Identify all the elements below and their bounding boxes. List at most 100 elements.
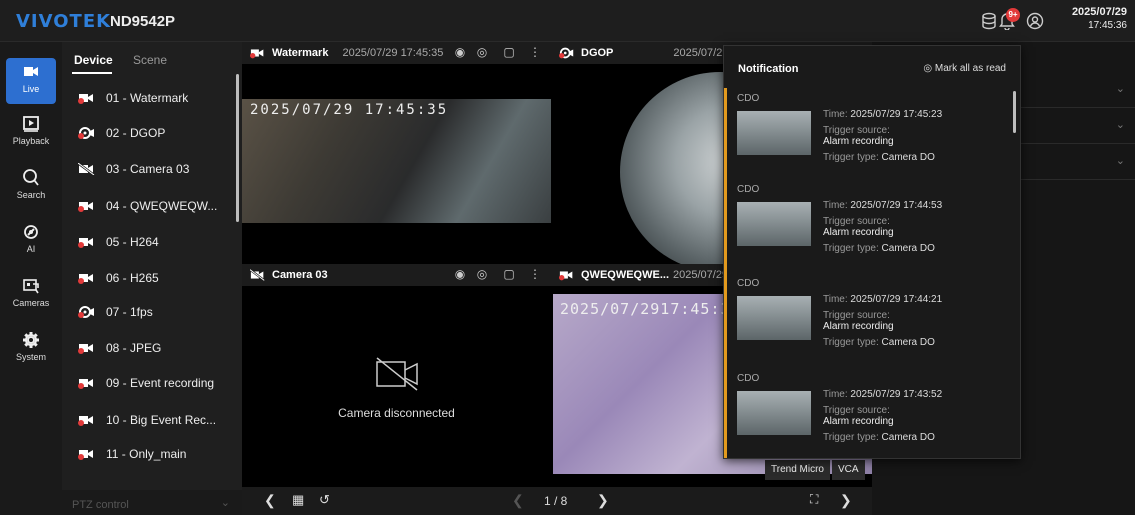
- notification-source: CDO: [737, 93, 760, 104]
- device-item-04[interactable]: 04 - QWEQWEQW...: [78, 195, 238, 217]
- camera-recording-icon: [559, 271, 573, 281]
- chevron-down-icon: ⌄: [1115, 83, 1125, 95]
- nav-search[interactable]: Search: [6, 164, 56, 210]
- device-list-scrollbar[interactable]: [236, 74, 239, 222]
- notification-thumbnail: [737, 391, 811, 435]
- camera-disconnected-icon: [78, 163, 95, 175]
- snapshot-icon[interactable]: ◉: [453, 45, 467, 59]
- notification-thumbnail: [737, 202, 811, 246]
- notification-panel: Notification ◎ Mark all as read CDO Time…: [723, 45, 1021, 459]
- nav-live-label: Live: [22, 84, 40, 94]
- device-label: 05 - H264: [106, 235, 159, 249]
- page-prev-icon[interactable]: ❮: [512, 492, 524, 509]
- camera-recording-icon: [78, 94, 93, 104]
- device-item-06[interactable]: 06 - H265: [78, 267, 238, 289]
- notification-time: 2025/07/29 17:44:21: [850, 294, 943, 305]
- device-item-08[interactable]: 08 - JPEG: [78, 337, 238, 359]
- eye-icon[interactable]: ◎: [475, 267, 489, 281]
- more-icon[interactable]: ⋮: [528, 267, 542, 281]
- notification-item[interactable]: CDO Time: 2025/07/29 17:44:21 Trigger so…: [737, 278, 1017, 368]
- mark-all-read-button[interactable]: ◎ Mark all as read: [923, 63, 1006, 74]
- nav-cameras[interactable]: Cameras: [6, 272, 56, 318]
- fisheye-camera-icon: [78, 306, 94, 318]
- device-item-11[interactable]: 11 - Only_main: [78, 443, 238, 465]
- nav-playback[interactable]: Playback: [6, 110, 56, 156]
- device-item-07[interactable]: 07 - 1fps: [78, 301, 238, 323]
- camera-recording-icon: [78, 416, 93, 426]
- tile-header-watermark: Watermark 2025/07/29 17:45:35 ◉ ◎ ▢ ⋮: [242, 42, 551, 64]
- device-item-10[interactable]: 10 - Big Event Rec...: [78, 409, 238, 431]
- tab-device[interactable]: Device: [74, 53, 113, 67]
- mark-all-read-label: Mark all as read: [934, 63, 1006, 74]
- tile-name: Watermark: [272, 47, 329, 59]
- nav-ai[interactable]: AI: [6, 218, 56, 264]
- live-camera-icon: [24, 67, 38, 76]
- device-model: ND9542P: [110, 13, 176, 30]
- nav-playback-label: Playback: [12, 136, 50, 146]
- more-icon[interactable]: ⋮: [528, 45, 542, 59]
- device-label: 08 - JPEG: [106, 341, 162, 355]
- top-bar: VIVOTEK ND9542P 9+ 2025/07/29 17:45:36: [0, 0, 1135, 42]
- notification-item[interactable]: CDO Time: 2025/07/29 17:45:23 Trigger so…: [737, 93, 1017, 183]
- fullscreen-icon[interactable]: ▢: [502, 267, 516, 281]
- gear-icon: [23, 332, 39, 348]
- device-label: 10 - Big Event Rec...: [106, 413, 217, 427]
- notification-scrollbar[interactable]: [1013, 91, 1016, 133]
- camera-recording-icon: [78, 344, 93, 354]
- trigger-type-value: Camera DO: [881, 243, 935, 254]
- nav-live[interactable]: Live: [6, 58, 56, 104]
- camera-recording-icon: [78, 450, 93, 460]
- ptz-control[interactable]: PTZ control ⌄: [62, 490, 242, 515]
- camera-recording-icon: [78, 238, 93, 248]
- osd-timestamp: 2025/07/2917:45:34: [560, 300, 741, 318]
- device-label: 02 - DGOP: [106, 126, 166, 140]
- trigger-source-value: Alarm recording: [823, 416, 894, 427]
- device-label: 04 - QWEQWEQW...: [106, 199, 218, 213]
- page-indicator: 1 / 8: [544, 494, 568, 508]
- date-text: 2025/07/29: [1071, 6, 1127, 18]
- time-line: Time: 2025/07/29 17:45:23: [823, 109, 943, 120]
- nav-system-label: System: [15, 352, 46, 362]
- camera-off-icon: [376, 357, 418, 391]
- snapshot-icon[interactable]: ◉: [453, 267, 467, 281]
- brand-logo: VIVOTEK: [16, 11, 112, 32]
- device-item-01[interactable]: 01 - Watermark: [78, 87, 238, 109]
- device-item-02[interactable]: 02 - DGOP: [78, 122, 238, 144]
- tab-scene[interactable]: Scene: [133, 53, 167, 67]
- eye-icon: ◎: [923, 63, 933, 74]
- tile-name: QWEQWEQWE...: [581, 269, 669, 281]
- notification-item[interactable]: CDO Time: 2025/07/29 17:43:52 Trigger so…: [737, 373, 1017, 463]
- chevron-left-icon[interactable]: ❮: [264, 492, 276, 509]
- device-item-09[interactable]: 09 - Event recording: [78, 372, 238, 394]
- device-label: 09 - Event recording: [106, 376, 215, 390]
- trigger-source-value: Alarm recording: [823, 136, 894, 147]
- expand-icon[interactable]: ⛶: [810, 492, 818, 507]
- osd-timestamp: 2025/07/29 17:45:35: [250, 102, 449, 118]
- notification-list: CDO Time: 2025/07/29 17:45:23 Trigger so…: [724, 88, 1020, 458]
- device-item-05[interactable]: 05 - H264: [78, 231, 238, 253]
- layout-grid-icon[interactable]: ▦: [292, 492, 304, 508]
- trend-micro-chip[interactable]: Trend Micro: [765, 460, 830, 480]
- fullscreen-icon[interactable]: ▢: [502, 45, 516, 59]
- trigger-source-label: Trigger source:: [823, 125, 890, 136]
- video-feed-camera03[interactable]: Camera disconnected: [242, 286, 551, 487]
- camera-recording-icon: [78, 379, 93, 389]
- trigger-source-label: Trigger source:: [823, 405, 890, 416]
- user-icon[interactable]: [1024, 10, 1046, 32]
- chevron-right-icon[interactable]: ❯: [840, 492, 852, 509]
- refresh-icon[interactable]: ↺: [319, 492, 330, 508]
- eye-icon[interactable]: ◎: [475, 45, 489, 59]
- chevron-down-icon: ⌄: [1115, 119, 1125, 131]
- time-text: 17:45:36: [1088, 20, 1127, 31]
- notification-item[interactable]: CDO Time: 2025/07/29 17:44:53 Trigger so…: [737, 184, 1017, 274]
- nav-system[interactable]: System: [6, 326, 56, 372]
- camera-recording-icon: [78, 202, 93, 212]
- ptz-label: PTZ control: [72, 499, 129, 511]
- notification-badge: 9+: [1006, 8, 1020, 22]
- vca-chip[interactable]: VCA: [832, 460, 865, 480]
- camera-disconnected-text: Camera disconnected: [338, 406, 455, 420]
- ai-icon: [24, 225, 38, 239]
- page-next-icon[interactable]: ❯: [597, 492, 609, 509]
- device-item-03[interactable]: 03 - Camera 03: [78, 158, 238, 180]
- time-line: Time: 2025/07/29 17:44:21: [823, 294, 943, 305]
